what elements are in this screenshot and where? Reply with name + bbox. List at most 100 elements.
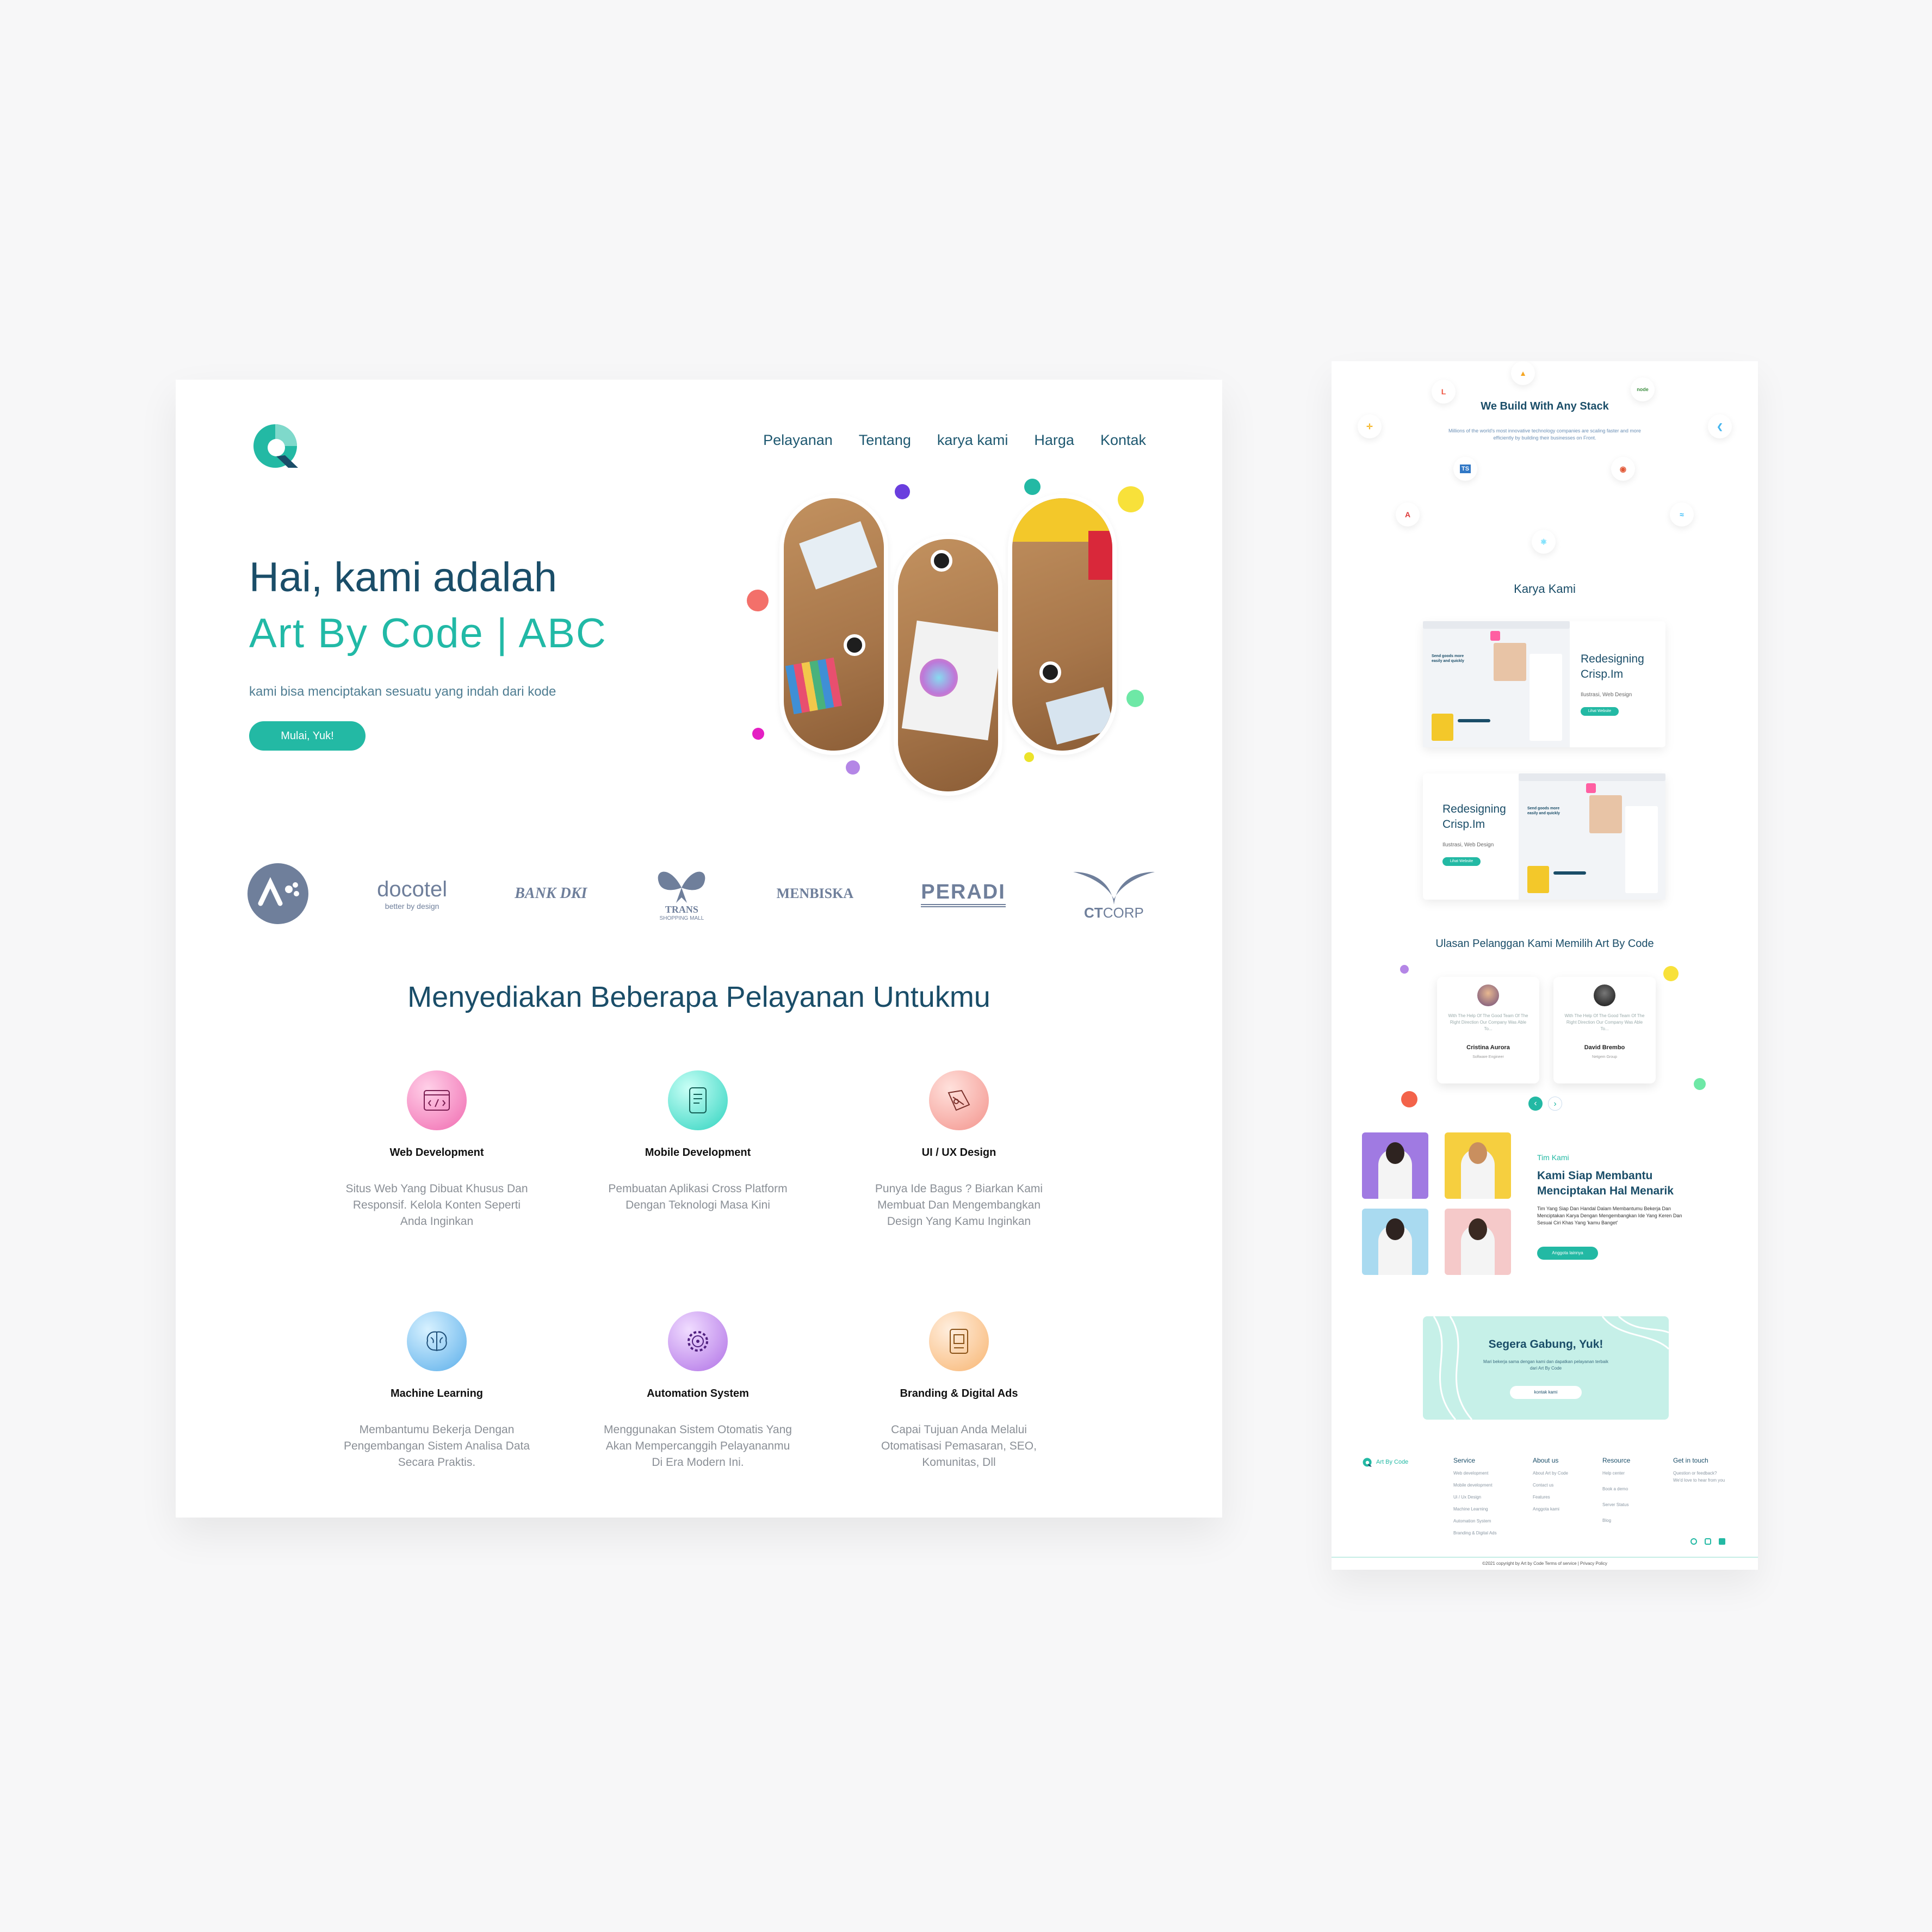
work-title: Redesigning Crisp.Im [1581,653,1644,680]
footer-link[interactable]: Server Status [1602,1502,1630,1507]
reviewer-name: David Brembo [1584,1044,1625,1051]
team-photo-grid [1362,1132,1514,1275]
work-card[interactable]: Redesigning Crisp.Im Ilustrasi, Web Desi… [1423,773,1665,900]
service-title: Web Development [389,1147,484,1159]
service-title: UI / UX Design [921,1147,996,1159]
website-mockup: Send goods more easily and quickly [1423,621,1570,747]
review-card: With The Help Of The Good Team Of The Ri… [1437,977,1539,1083]
next-arrow-icon[interactable]: › [1548,1097,1562,1111]
figma-icon: ◉ [1611,457,1635,481]
service-branding-digital-ads[interactable]: Branding & Digital Ads Capai Tujuan Anda… [828,1311,1089,1471]
avatar [1594,984,1615,1006]
footer-link[interactable]: Automation System [1453,1519,1497,1524]
linkedin-icon[interactable] [1719,1538,1725,1545]
footer-link[interactable]: Anggota kami [1533,1507,1568,1512]
partner-bank-dki: BANK DKI [515,885,587,902]
nav-kontak[interactable]: Kontak [1100,432,1146,449]
join-heading: Segera Gabung, Yuk! [1488,1338,1603,1351]
service-description: Membantumu Bekerja Dengan Pengembangan S… [343,1423,530,1469]
contact-us-button[interactable]: kontak kami [1510,1386,1582,1399]
services-grid: Web Development Situs Web Yang Dibuat Kh… [306,1070,1089,1471]
website-mockup: Send goods more easily and quickly [1519,773,1665,900]
instagram-icon[interactable] [1705,1538,1711,1545]
butterfly-icon [658,871,705,903]
nav-harga[interactable]: Harga [1034,432,1074,449]
footer-link[interactable]: Ui / Ux Design [1453,1495,1497,1500]
service-title: Machine Learning [390,1388,484,1400]
work-tags: Ilustrasi, Web Design [1581,692,1632,698]
service-description: Situs Web Yang Dibuat Khusus Dan Respons… [345,1182,528,1228]
team-member-photo [1445,1132,1511,1199]
hero-section: Hai, kami adalah Art By Code | ABC kami … [249,554,607,751]
footer-link[interactable]: Branding & Digital Ads [1453,1531,1497,1535]
service-ui-ux-design[interactable]: UI / UX Design Punya Ide Bagus ? Biarkan… [828,1070,1089,1230]
footer-link[interactable]: Mobile development [1453,1483,1497,1488]
work-tags: Ilustrasi, Web Design [1442,842,1494,848]
footer-link[interactable]: Features [1533,1495,1568,1500]
team-label: Tim Kami [1537,1153,1569,1162]
service-automation-system[interactable]: Automation System Menggunakan Sistem Oto… [567,1311,828,1471]
cta-button[interactable]: Mulai, Yuk! [249,721,366,751]
hero-illustration [747,479,1149,809]
view-website-button[interactable]: Lihat Website [1442,857,1481,866]
footer-link[interactable]: Help center [1602,1471,1630,1476]
footer-column-about: About us About Art by Code Contact us Fe… [1533,1457,1568,1512]
footer-link[interactable]: Blog [1602,1518,1630,1523]
footer-brand[interactable]: Art By Code [1362,1457,1408,1467]
decor-dot [1024,752,1034,762]
react-icon: ⚛ [1532,530,1556,554]
prev-arrow-icon[interactable]: ‹ [1528,1097,1543,1111]
landing-page-card: Pelayanan Tentang karya kami Harga Konta… [176,380,1222,1518]
nav-pelayanan[interactable]: Pelayanan [763,432,833,449]
join-banner: Segera Gabung, Yuk! Mari bekerja sama de… [1423,1316,1669,1420]
footer-column-contact: Get in touch Question or feedback? We'd … [1673,1457,1725,1483]
service-mobile-development[interactable]: Mobile Development Pembuatan Aplikasi Cr… [567,1070,828,1230]
nav-karya-kami[interactable]: karya kami [937,432,1008,449]
reviews-heading: Ulasan Pelanggan Kami Memilih Art By Cod… [1435,938,1654,950]
service-machine-learning[interactable]: Machine Learning Membantumu Bekerja Deng… [306,1311,567,1471]
angular-icon: A [1396,503,1420,527]
service-title: Mobile Development [645,1147,751,1159]
footer-link[interactable]: Book a demo [1602,1487,1630,1491]
team-member-photo [1445,1209,1511,1275]
hero-brand-title: Art By Code | ABC [249,610,607,657]
footer-link[interactable]: Contact us [1533,1483,1568,1488]
service-web-development[interactable]: Web Development Situs Web Yang Dibuat Kh… [306,1070,567,1230]
review-text: With The Help Of The Good Team Of The Ri… [1448,1013,1528,1031]
wing-icon [1073,871,1155,905]
other-members-button[interactable]: Anggota lainnya [1537,1247,1598,1260]
footer-link[interactable]: We'd love to hear from you [1673,1478,1725,1483]
abc-logo[interactable] [249,418,304,472]
decor-dot [1401,1091,1417,1107]
whatsapp-icon[interactable] [1691,1538,1697,1545]
decor-dot [1024,479,1041,495]
footer: Art By Code Service Web development Mobi… [1332,1448,1758,1557]
ads-icon [929,1311,989,1371]
karya-heading: Karya Kami [1514,582,1576,596]
partner-logo-a [246,862,309,925]
decor-dot [846,760,860,775]
copyright-bar: ©2021 copyright by Art by Code Terms of … [1332,1557,1758,1566]
decor-dot [747,590,769,611]
footer-link[interactable]: Web development [1453,1471,1497,1476]
service-title: Branding & Digital Ads [900,1388,1018,1400]
services-heading: Menyediakan Beberapa Pelayanan Untukmu [407,981,990,1013]
view-website-button[interactable]: Lihat Website [1581,707,1619,716]
brain-icon [407,1311,467,1371]
decor-dot [1126,690,1144,707]
hero-subtitle: kami bisa menciptakan sesuatu yang indah… [249,684,556,699]
reviewer-role: Software Engineer [1472,1055,1504,1059]
footer-link[interactable]: Machine Learning [1453,1507,1497,1512]
footer-link[interactable]: About Art by Code [1533,1471,1568,1476]
team-description: Tim Yang Siap Dan Handal Dalam Membantum… [1537,1206,1682,1225]
reviewer-role: Netgem Group [1592,1055,1617,1059]
gear-icon [668,1311,728,1371]
flutter-icon: ❮ [1708,414,1732,438]
mobile-icon [668,1070,728,1130]
main-nav: Pelayanan Tentang karya kami Harga Konta… [763,432,1146,449]
hero-photo-2 [894,535,1002,796]
nav-tentang[interactable]: Tentang [859,432,911,449]
code-window-icon [407,1070,467,1130]
footer-link[interactable]: Question or feedback? [1673,1471,1725,1476]
work-card[interactable]: Send goods more easily and quickly Redes… [1423,621,1665,747]
